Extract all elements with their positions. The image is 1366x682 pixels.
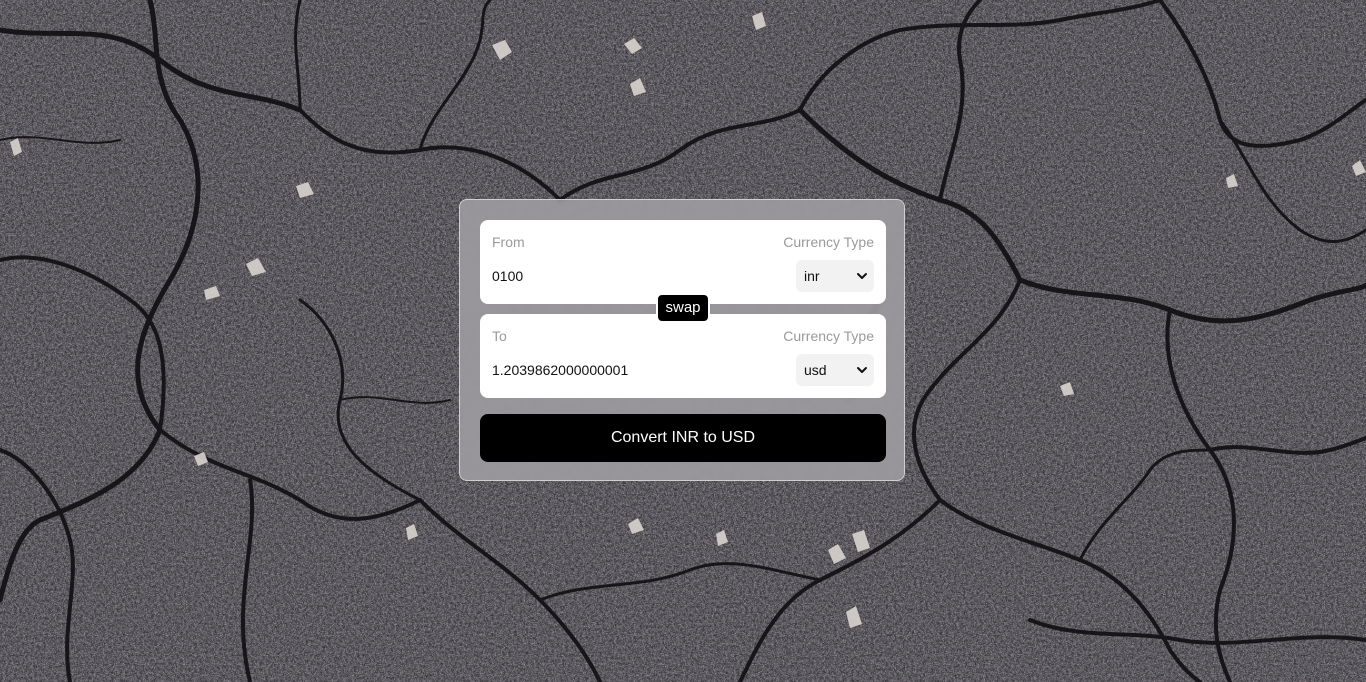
convert-button[interactable]: Convert INR to USD [480, 414, 886, 462]
to-section: To Currency Type usd [480, 314, 886, 398]
from-amount-input[interactable] [492, 266, 772, 286]
to-label: To [492, 328, 507, 344]
from-currency-value: inr [804, 268, 820, 284]
from-currency-select[interactable]: inr [796, 260, 874, 292]
from-currency-type-label: Currency Type [783, 234, 874, 250]
to-currency-select[interactable]: usd [796, 354, 874, 386]
to-currency-value: usd [804, 362, 827, 378]
to-currency-type-label: Currency Type [783, 328, 874, 344]
swap-button[interactable]: swap [656, 293, 710, 323]
to-amount-input[interactable] [492, 360, 772, 380]
currency-converter-card: From Currency Type inr swap To Currency … [459, 199, 905, 481]
from-section: From Currency Type inr [480, 220, 886, 304]
chevron-down-icon [857, 367, 867, 373]
from-label: From [492, 234, 525, 250]
chevron-down-icon [857, 273, 867, 279]
